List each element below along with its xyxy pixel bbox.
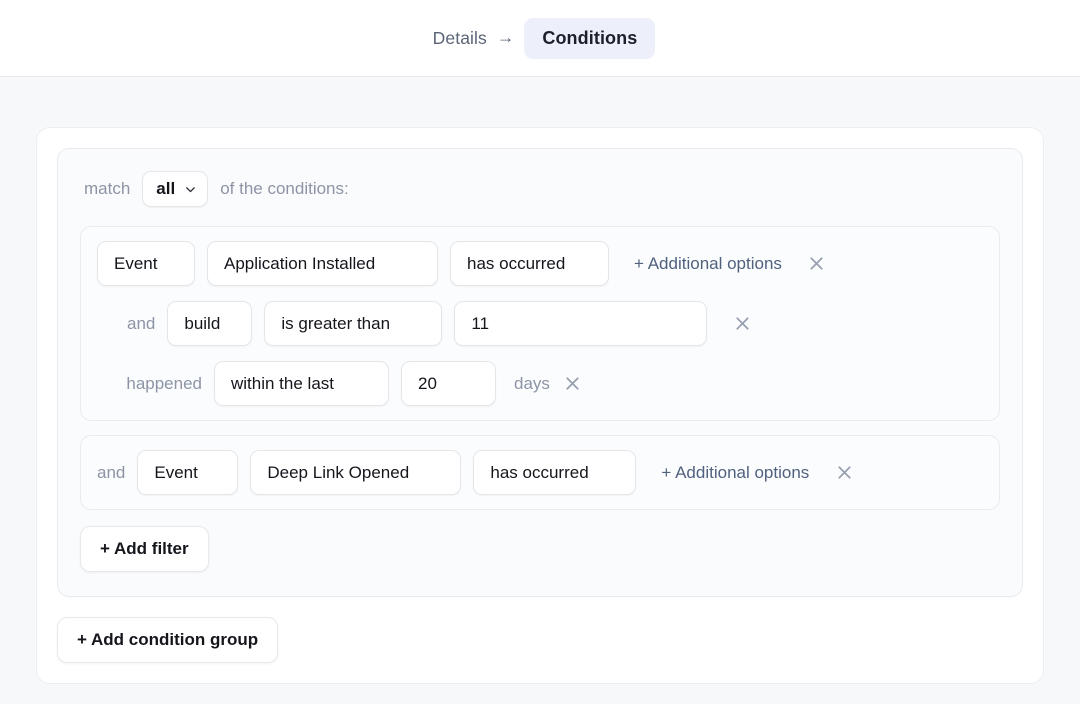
page-header: Details → Conditions xyxy=(0,0,1080,77)
add-filter-button[interactable]: + Add filter xyxy=(80,526,209,572)
condition-group: match all of the conditions: Event Appli… xyxy=(57,148,1023,597)
remove-property-row-button[interactable] xyxy=(731,313,753,335)
add-condition-group-button[interactable]: + Add condition group xyxy=(57,617,278,663)
time-unit-label: days xyxy=(514,374,550,394)
filter-row-time: happened within the last 20 days xyxy=(97,361,983,406)
additional-options-link[interactable]: + Additional options xyxy=(634,254,782,274)
match-type-select[interactable]: all xyxy=(142,171,208,207)
filter-subject-select[interactable]: Event xyxy=(137,450,238,495)
arrow-right-icon: → xyxy=(491,29,525,47)
happened-label: happened xyxy=(106,374,202,394)
filter-subject-select[interactable]: Event xyxy=(97,241,195,286)
filter-comparator-select[interactable]: is greater than xyxy=(264,301,442,346)
additional-options-link[interactable]: + Additional options xyxy=(661,463,809,483)
filter-row-property: and build is greater than 11 xyxy=(97,301,983,346)
match-row: match all of the conditions: xyxy=(80,171,1000,207)
remove-filter-button[interactable] xyxy=(833,462,855,484)
breadcrumb-item-conditions[interactable]: Conditions xyxy=(524,18,655,59)
filter-property-select[interactable]: build xyxy=(167,301,252,346)
filter-event-name-select[interactable]: Application Installed xyxy=(207,241,438,286)
page-body: match all of the conditions: Event Appli… xyxy=(0,127,1080,684)
filter-row-event: and Event Deep Link Opened has occurred … xyxy=(97,450,983,495)
match-prefix-label: match xyxy=(84,179,130,199)
chevron-down-icon xyxy=(184,183,197,196)
filter-time-operator-select[interactable]: within the last xyxy=(214,361,389,406)
filter-operator-select[interactable]: has occurred xyxy=(450,241,609,286)
match-type-value: all xyxy=(156,179,175,199)
breadcrumb: Details → Conditions xyxy=(425,18,656,59)
remove-time-row-button[interactable] xyxy=(562,373,584,395)
breadcrumb-item-details[interactable]: Details xyxy=(425,19,491,58)
filter-operator-select[interactable]: has occurred xyxy=(473,450,636,495)
filter-row-event: Event Application Installed has occurred… xyxy=(97,241,983,286)
filter-time-amount-input[interactable]: 20 xyxy=(401,361,496,406)
filter-block: Event Application Installed has occurred… xyxy=(80,226,1000,421)
conjunction-label: and xyxy=(127,314,155,334)
match-suffix-label: of the conditions: xyxy=(220,179,349,199)
conditions-card: match all of the conditions: Event Appli… xyxy=(36,127,1044,684)
filter-block: and Event Deep Link Opened has occurred … xyxy=(80,435,1000,510)
filter-event-name-select[interactable]: Deep Link Opened xyxy=(250,450,461,495)
remove-filter-button[interactable] xyxy=(806,253,828,275)
filter-value-input[interactable]: 11 xyxy=(454,301,707,346)
conjunction-label: and xyxy=(97,463,125,483)
